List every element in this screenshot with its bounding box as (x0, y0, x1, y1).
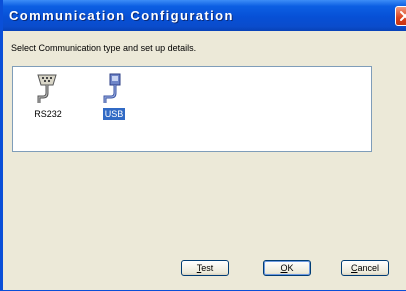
list-item-usb[interactable]: USB (84, 73, 144, 129)
list-item-label: USB (102, 108, 126, 120)
dialog-body: Select Communication type and set up det… (6, 31, 406, 290)
usb-cable-icon (103, 73, 121, 103)
communication-type-list[interactable]: RS232 USB (12, 66, 372, 152)
list-item-label: RS232 (34, 109, 62, 119)
list-item-rs232[interactable]: RS232 (18, 73, 78, 129)
window-title: Communication Configuration (9, 8, 234, 23)
ok-button[interactable]: OK (263, 260, 311, 276)
cancel-button[interactable]: Cancel (341, 260, 389, 276)
close-button[interactable] (395, 6, 406, 26)
close-icon (400, 11, 406, 21)
instruction-text: Select Communication type and set up det… (11, 43, 197, 53)
title-bar[interactable]: Communication Configuration (3, 0, 406, 31)
serial-cable-icon (37, 74, 57, 103)
test-button[interactable]: Test (181, 260, 229, 276)
communication-configuration-dialog: Communication Configuration Select Commu… (0, 0, 406, 291)
